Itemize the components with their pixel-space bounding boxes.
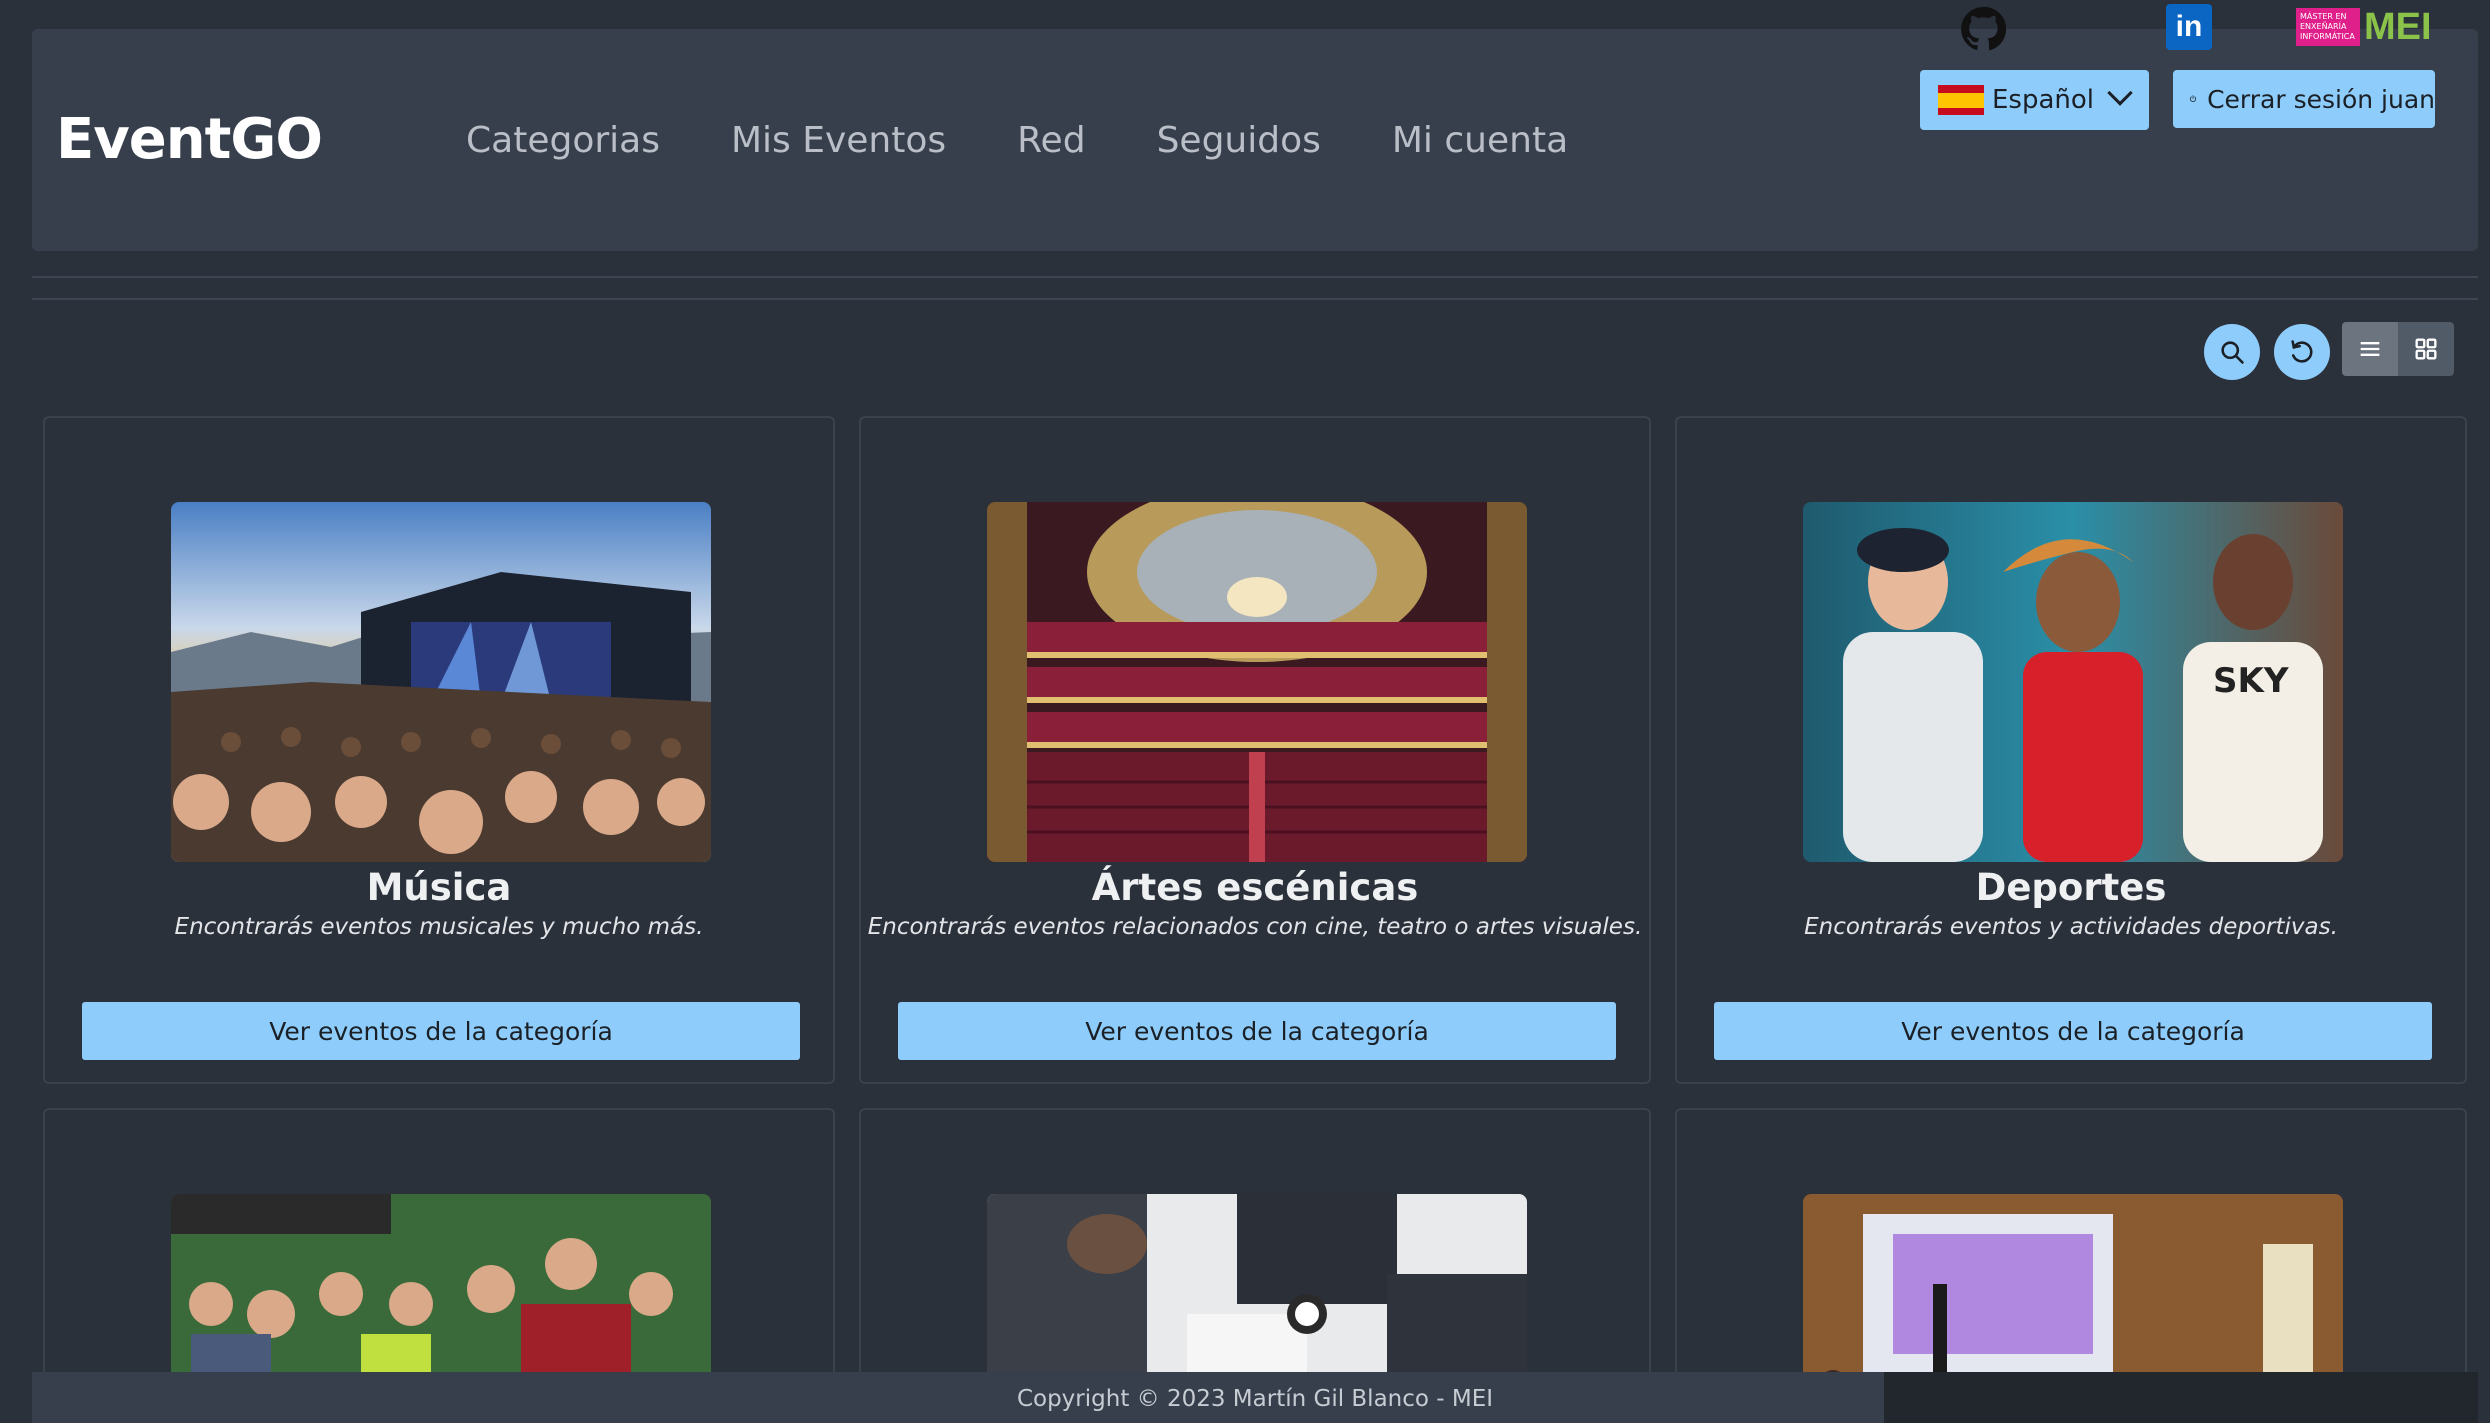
mei-logo-badge: MÁSTER EN ENXEÑARÍA INFORMÁTICA (2296, 8, 2360, 46)
category-card (1675, 1108, 2467, 1400)
footer-links (1884, 1372, 2478, 1423)
grid-view-button[interactable] (2398, 322, 2454, 376)
category-card (43, 1108, 835, 1400)
category-image (1803, 1194, 2343, 1400)
divider (32, 298, 2478, 300)
brand-logo[interactable]: EventGO (56, 107, 323, 172)
divider (32, 276, 2478, 278)
category-image-artes-escenicas (987, 502, 1527, 862)
mei-logo-text: MEI (2364, 5, 2432, 48)
list-view-icon (2360, 342, 2380, 356)
spain-flag-icon (1938, 85, 1984, 115)
nav-link-mi-cuenta[interactable]: Mi cuenta (1392, 120, 1568, 161)
category-image (171, 1194, 711, 1400)
logout-button[interactable]: Cerrar sesión juan (2173, 70, 2435, 128)
view-toggle (2342, 322, 2454, 376)
search-button[interactable] (2204, 324, 2260, 380)
chevron-down-icon (2107, 80, 2133, 106)
refresh-icon (2291, 340, 2313, 363)
view-category-events-button[interactable]: Ver eventos de la categoría (898, 1002, 1616, 1060)
svg-text:SKY: SKY (2213, 661, 2289, 701)
power-icon (2189, 95, 2197, 102)
language-select[interactable]: Español (1920, 70, 2149, 130)
refresh-button[interactable] (2274, 324, 2330, 380)
category-description: Encontrarás eventos musicales y mucho má… (174, 914, 704, 940)
category-card-deportes: SKY Deportes Encontrarás eventos y activ… (1675, 416, 2467, 1084)
category-title: Música (366, 866, 512, 909)
category-image (987, 1194, 1527, 1400)
github-icon[interactable] (1960, 6, 2006, 52)
footer: Copyright © 2023 Martín Gil Blanco - MEI (32, 1372, 2478, 1423)
category-image-deportes: SKY (1803, 502, 2343, 862)
category-title: Ártes escénicas (1091, 866, 1419, 909)
main-nav: Categorias Mis Eventos Red Seguidos Mi c… (466, 120, 1639, 161)
logout-label: Cerrar sesión juan (2207, 84, 2435, 114)
list-view-button[interactable] (2342, 322, 2398, 376)
nav-link-red[interactable]: Red (1017, 120, 1085, 161)
mei-logo[interactable]: MÁSTER EN ENXEÑARÍA INFORMÁTICA MEI (2296, 5, 2432, 48)
category-card (859, 1108, 1651, 1400)
search-icon (2221, 341, 2244, 364)
grid-view-icon (2415, 338, 2437, 360)
category-card-musica: Música Encontrarás eventos musicales y m… (43, 416, 835, 1084)
nav-link-categorias[interactable]: Categorias (466, 120, 660, 161)
view-category-events-button[interactable]: Ver eventos de la categoría (1714, 1002, 2432, 1060)
category-image-musica (171, 502, 711, 862)
category-title: Deportes (1975, 866, 2167, 909)
nav-link-seguidos[interactable]: Seguidos (1157, 120, 1321, 161)
category-card-artes-escenicas: Ártes escénicas Encontrarás eventos rela… (859, 416, 1651, 1084)
linkedin-icon[interactable]: in (2166, 4, 2212, 50)
language-label: Español (1992, 85, 2095, 115)
top-navbar: EventGO Categorias Mis Eventos Red Segui… (32, 29, 2478, 251)
category-description: Encontrarás eventos relacionados con cin… (867, 914, 1643, 940)
category-description: Encontrarás eventos y actividades deport… (1804, 914, 2338, 940)
view-category-events-button[interactable]: Ver eventos de la categoría (82, 1002, 800, 1060)
nav-link-mis-eventos[interactable]: Mis Eventos (731, 120, 946, 161)
